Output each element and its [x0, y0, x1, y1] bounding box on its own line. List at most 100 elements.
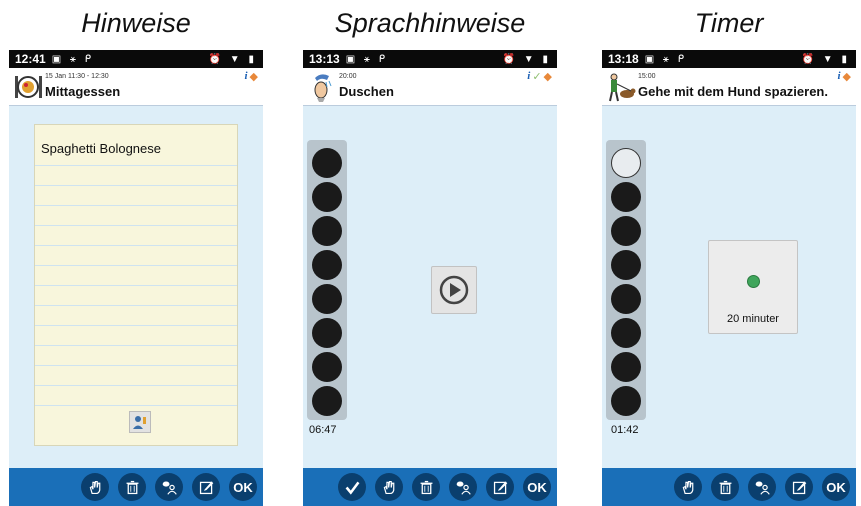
- speech-button[interactable]: [748, 473, 776, 501]
- timer-dot-filled: [611, 182, 641, 212]
- edit-icon: [199, 481, 213, 494]
- timer-dot-empty: [611, 148, 641, 178]
- status-bar: 12:41 ▣ ⚹ ᑭ ⏰ ▼ ▮: [9, 50, 263, 68]
- speech-button[interactable]: [449, 473, 477, 501]
- panel-hinweise: Hinweise 12:41 ▣ ⚹ ᑭ ⏰ ▼ ▮ 15 Jan 11:30 …: [9, 0, 263, 506]
- timer-column: [307, 140, 347, 420]
- dog-walk-icon: [609, 73, 636, 102]
- speech-person-icon: [456, 481, 471, 495]
- system-icons: ⏰ ▼ ▮: [801, 53, 850, 65]
- timer-dot-filled: [312, 148, 342, 178]
- shower-icon: [314, 74, 332, 102]
- bottom-toolbar: OK: [9, 468, 263, 506]
- edit-button[interactable]: [192, 473, 220, 501]
- timer-dot-filled: [312, 352, 342, 382]
- info-icon[interactable]: i: [244, 70, 247, 83]
- edit-button[interactable]: [785, 473, 813, 501]
- note-person-button[interactable]: [129, 411, 151, 433]
- status-time: 13:18: [608, 52, 639, 66]
- header-actions: i ✓ ◆: [527, 70, 552, 83]
- timer-dot-filled: [312, 386, 342, 416]
- trash-icon: [719, 480, 731, 494]
- ok-button[interactable]: OK: [229, 473, 257, 501]
- ok-button[interactable]: OK: [822, 473, 850, 501]
- hand-button[interactable]: [674, 473, 702, 501]
- plate-icon: [15, 76, 42, 98]
- speech-person-icon: [755, 481, 770, 495]
- edit-icon: [792, 481, 806, 494]
- info-icon[interactable]: i: [527, 70, 530, 83]
- delete-button[interactable]: [711, 473, 739, 501]
- timer-dot-filled: [611, 284, 641, 314]
- activity-header[interactable]: 20:00 Duschen i ✓ ◆: [303, 68, 557, 106]
- panel-sprachhinweise: Sprachhinweise 13:13 ▣ ⚹ ᑭ ⏰ ▼ ▮ 20:00 D…: [303, 0, 557, 506]
- system-icons: ⏰ ▼ ▮: [502, 53, 551, 65]
- bottom-toolbar: OK: [303, 468, 557, 506]
- panel-caption: Timer: [694, 8, 764, 38]
- phone-screen: 13:18 ▣ ⚹ ᑭ ⏰ ▼ ▮ 15:00 Gehe mit dem Hun…: [602, 50, 856, 506]
- timer-dot-filled: [611, 216, 641, 246]
- timer-dot-filled: [611, 250, 641, 280]
- header-actions: i ◆: [244, 70, 258, 83]
- timer-dot-filled: [312, 250, 342, 280]
- timer-dot-filled: [312, 318, 342, 348]
- timer-dot-filled: [611, 318, 641, 348]
- check-icon: [345, 481, 359, 495]
- timer-card[interactable]: 20 minuter: [708, 240, 798, 334]
- timer-dot-filled: [312, 182, 342, 212]
- hand-icon: [383, 480, 394, 494]
- delete-button[interactable]: [118, 473, 146, 501]
- tag-icon[interactable]: ◆: [250, 70, 258, 83]
- note-panel[interactable]: Spaghetti Bolognese: [34, 124, 238, 446]
- note-text: Spaghetti Bolognese: [41, 141, 161, 156]
- speech-button[interactable]: [155, 473, 183, 501]
- time-remaining: 06:47: [309, 424, 337, 436]
- phone-screen: 12:41 ▣ ⚹ ᑭ ⏰ ▼ ▮ 15 Jan 11:30 - 12:30 M…: [9, 50, 263, 506]
- edit-icon: [493, 481, 507, 494]
- timer-dot-filled: [611, 352, 641, 382]
- status-bar: 13:18 ▣ ⚹ ᑭ ⏰ ▼ ▮: [602, 50, 856, 68]
- speech-person-icon: [162, 481, 177, 495]
- status-time: 13:13: [309, 52, 340, 66]
- panel-caption: Sprachhinweise: [334, 8, 526, 38]
- activity-time: 20:00: [339, 73, 357, 80]
- trash-icon: [420, 480, 432, 494]
- notification-icons: ▣ ⚹ ᑭ: [644, 53, 687, 65]
- panel-timer: Timer 13:18 ▣ ⚹ ᑭ ⏰ ▼ ▮ 15:00 Gehe mit d…: [602, 0, 856, 506]
- timer-dot-filled: [312, 284, 342, 314]
- activity-time: 15:00: [638, 73, 656, 80]
- hand-icon: [89, 480, 100, 494]
- timer-dot-filled: [312, 216, 342, 246]
- trash-icon: [126, 480, 138, 494]
- hand-button[interactable]: [81, 473, 109, 501]
- tag-icon[interactable]: ◆: [544, 70, 552, 83]
- timer-column: [606, 140, 646, 420]
- notification-icons: ▣ ⚹ ᑭ: [51, 53, 94, 65]
- hand-button[interactable]: [375, 473, 403, 501]
- status-bar: 13:13 ▣ ⚹ ᑭ ⏰ ▼ ▮: [303, 50, 557, 68]
- delete-button[interactable]: [412, 473, 440, 501]
- activity-header[interactable]: 15 Jan 11:30 - 12:30 Mittagessen i ◆: [9, 68, 263, 106]
- timer-duration: 20 minuter: [727, 313, 779, 325]
- header-actions: i ◆: [837, 70, 851, 83]
- status-time: 12:41: [15, 52, 46, 66]
- activity-header[interactable]: 15:00 Gehe mit dem Hund spazieren. i ◆: [602, 68, 856, 106]
- edit-button[interactable]: [486, 473, 514, 501]
- check-small-icon[interactable]: ✓: [532, 70, 541, 83]
- panel-caption: Hinweise: [81, 8, 191, 38]
- phone-screen: 13:13 ▣ ⚹ ᑭ ⏰ ▼ ▮ 20:00 Duschen i ✓ ◆ 06…: [303, 50, 557, 506]
- play-button[interactable]: [431, 266, 477, 314]
- tag-icon[interactable]: ◆: [843, 70, 851, 83]
- person-edit-icon: [133, 416, 146, 429]
- check-button[interactable]: [338, 473, 366, 501]
- activity-title: Duschen: [339, 84, 394, 99]
- info-icon[interactable]: i: [837, 70, 840, 83]
- notification-icons: ▣ ⚹ ᑭ: [345, 53, 388, 65]
- activity-time: 15 Jan 11:30 - 12:30: [45, 73, 109, 80]
- timer-dot-filled: [611, 386, 641, 416]
- ok-button[interactable]: OK: [523, 473, 551, 501]
- activity-title: Mittagessen: [45, 84, 121, 99]
- bottom-toolbar: OK: [602, 468, 856, 506]
- hand-icon: [682, 480, 693, 494]
- play-icon: [439, 275, 469, 305]
